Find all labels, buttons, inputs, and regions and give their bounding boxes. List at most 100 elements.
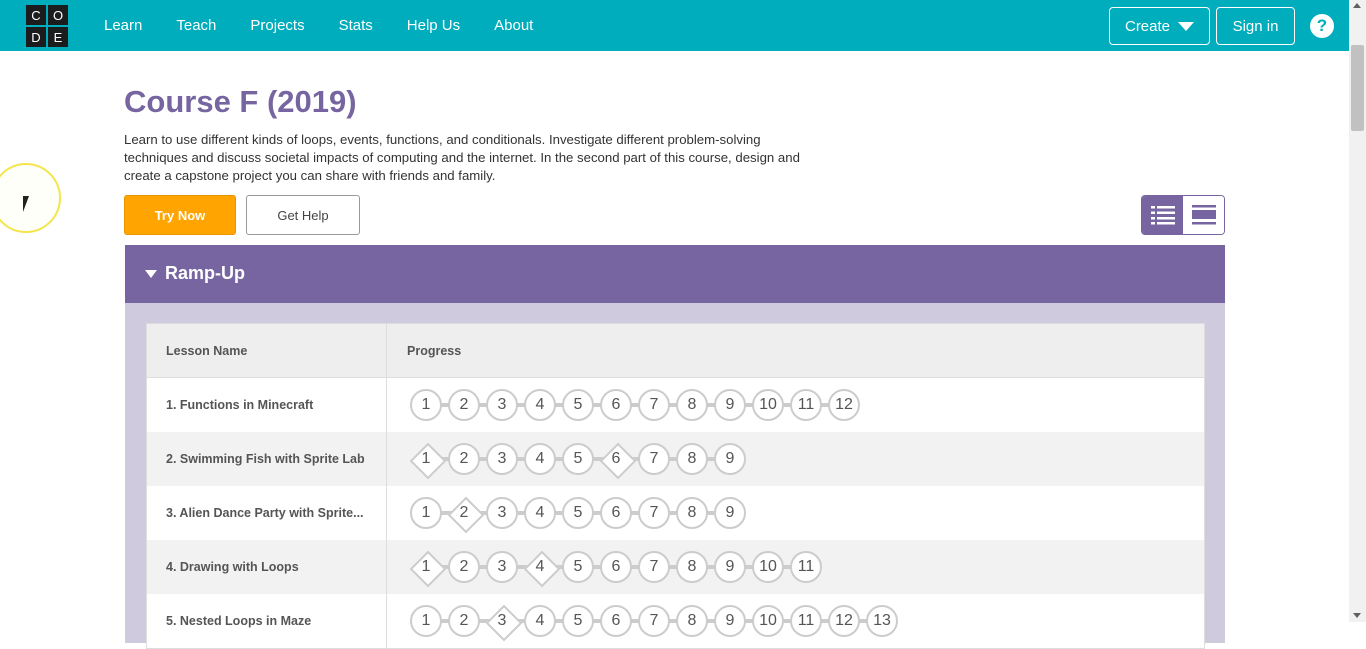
level-diamond[interactable]: 2 xyxy=(448,497,480,529)
level-bubble[interactable]: 7 xyxy=(638,443,670,475)
summary-view-button[interactable] xyxy=(1183,196,1224,234)
level-number: 3 xyxy=(497,450,507,467)
level-bubble[interactable]: 3 xyxy=(486,497,518,529)
level-bubble[interactable]: 12 xyxy=(828,605,860,637)
level-bubble[interactable]: 12 xyxy=(828,389,860,421)
level-bubble[interactable]: 6 xyxy=(600,497,632,529)
level-number: 7 xyxy=(649,450,659,467)
lesson-name[interactable]: 1. Functions in Minecraft xyxy=(147,378,387,432)
level-diamond[interactable]: 1 xyxy=(410,551,442,583)
level-bubble[interactable]: 5 xyxy=(562,497,594,529)
level-bubble[interactable]: 7 xyxy=(638,551,670,583)
level-bubble[interactable]: 10 xyxy=(752,605,784,637)
level-bubble[interactable]: 7 xyxy=(638,389,670,421)
nav-about[interactable]: About xyxy=(494,17,533,34)
detail-view-button[interactable] xyxy=(1142,196,1183,234)
nav-learn[interactable]: Learn xyxy=(104,17,142,34)
level-number: 5 xyxy=(573,558,583,575)
level-number: 4 xyxy=(535,558,545,575)
table-row: 1. Functions in Minecraft 1 2 3 4 5 6 7 8 9 10 11 12 xyxy=(147,378,1204,432)
level-bubble[interactable]: 5 xyxy=(562,551,594,583)
scroll-up-icon[interactable] xyxy=(1353,3,1361,8)
level-number: 2 xyxy=(459,558,469,575)
level-bubble[interactable]: 8 xyxy=(676,551,708,583)
level-number: 8 xyxy=(687,612,697,629)
level-bubble[interactable]: 6 xyxy=(600,605,632,637)
lesson-name[interactable]: 2. Swimming Fish with Sprite Lab xyxy=(147,432,387,486)
level-bubble[interactable]: 8 xyxy=(676,389,708,421)
level-bubble[interactable]: 9 xyxy=(714,389,746,421)
level-bubble[interactable]: 5 xyxy=(562,389,594,421)
level-bubble[interactable]: 2 xyxy=(448,443,480,475)
nav-help-us[interactable]: Help Us xyxy=(407,17,460,34)
code-org-logo[interactable]: C O D E xyxy=(26,5,68,47)
level-bubble[interactable]: 3 xyxy=(486,443,518,475)
try-now-button[interactable]: Try Now xyxy=(124,195,236,235)
level-diamond[interactable]: 1 xyxy=(410,443,442,475)
level-bubble[interactable]: 2 xyxy=(448,605,480,637)
level-bubble[interactable]: 9 xyxy=(714,605,746,637)
level-number: 4 xyxy=(535,450,545,467)
level-bubble[interactable]: 5 xyxy=(562,605,594,637)
level-number: 4 xyxy=(535,504,545,521)
nav-teach[interactable]: Teach xyxy=(176,17,216,34)
level-bubble[interactable]: 8 xyxy=(676,605,708,637)
level-bubble[interactable]: 10 xyxy=(752,551,784,583)
scroll-down-icon[interactable] xyxy=(1353,613,1361,618)
level-number: 5 xyxy=(573,396,583,413)
level-number: 10 xyxy=(759,558,777,575)
section-header-ramp-up[interactable]: Ramp-Up xyxy=(125,245,1225,303)
help-icon[interactable]: ? xyxy=(1310,14,1334,38)
lesson-name[interactable]: 3. Alien Dance Party with Sprite... xyxy=(147,486,387,540)
level-bubble[interactable]: 9 xyxy=(714,497,746,529)
level-bubble[interactable]: 1 xyxy=(410,605,442,637)
level-bubble[interactable]: 4 xyxy=(524,605,556,637)
main-nav: Learn Teach Projects Stats Help Us About xyxy=(104,0,567,51)
level-bubble[interactable]: 9 xyxy=(714,443,746,475)
level-number: 2 xyxy=(459,396,469,413)
level-bubble[interactable]: 11 xyxy=(790,605,822,637)
level-number: 3 xyxy=(497,504,507,521)
level-bubble[interactable]: 11 xyxy=(790,551,822,583)
lesson-name[interactable]: 5. Nested Loops in Maze xyxy=(147,594,387,648)
level-bubble[interactable]: 5 xyxy=(562,443,594,475)
level-diamond[interactable]: 4 xyxy=(524,551,556,583)
level-bubble[interactable]: 13 xyxy=(866,605,898,637)
level-bubble[interactable]: 7 xyxy=(638,605,670,637)
get-help-button[interactable]: Get Help xyxy=(246,195,360,235)
chevron-down-icon xyxy=(1178,21,1195,31)
level-bubble[interactable]: 11 xyxy=(790,389,822,421)
sign-in-button[interactable]: Sign in xyxy=(1216,7,1295,45)
level-bubble[interactable]: 3 xyxy=(486,389,518,421)
level-number: 3 xyxy=(497,396,507,413)
top-header: C O D E Learn Teach Projects Stats Help … xyxy=(0,0,1349,51)
level-bubble[interactable]: 8 xyxy=(676,443,708,475)
level-bubble[interactable]: 2 xyxy=(448,389,480,421)
nav-projects[interactable]: Projects xyxy=(250,17,304,34)
scrollbar-thumb[interactable] xyxy=(1351,45,1364,131)
lesson-name[interactable]: 4. Drawing with Loops xyxy=(147,540,387,594)
level-bubble[interactable]: 7 xyxy=(638,497,670,529)
level-bubble[interactable]: 3 xyxy=(486,551,518,583)
level-number: 6 xyxy=(611,450,621,467)
level-bubble[interactable]: 4 xyxy=(524,443,556,475)
level-bubble[interactable]: 6 xyxy=(600,389,632,421)
create-button[interactable]: Create xyxy=(1109,7,1210,45)
level-diamond[interactable]: 6 xyxy=(600,443,632,475)
level-bubble[interactable]: 9 xyxy=(714,551,746,583)
level-bubble[interactable]: 4 xyxy=(524,497,556,529)
level-bubble[interactable]: 8 xyxy=(676,497,708,529)
level-number: 11 xyxy=(797,612,815,629)
level-diamond[interactable]: 3 xyxy=(486,605,518,637)
level-bubble[interactable]: 4 xyxy=(524,389,556,421)
level-number: 1 xyxy=(421,504,431,521)
nav-stats[interactable]: Stats xyxy=(339,17,373,34)
level-bubble[interactable]: 6 xyxy=(600,551,632,583)
level-number: 6 xyxy=(611,396,621,413)
level-number: 3 xyxy=(497,558,507,575)
level-bubble[interactable]: 10 xyxy=(752,389,784,421)
level-number: 1 xyxy=(421,396,431,413)
level-bubble[interactable]: 2 xyxy=(448,551,480,583)
level-bubble[interactable]: 1 xyxy=(410,497,442,529)
level-bubble[interactable]: 1 xyxy=(410,389,442,421)
